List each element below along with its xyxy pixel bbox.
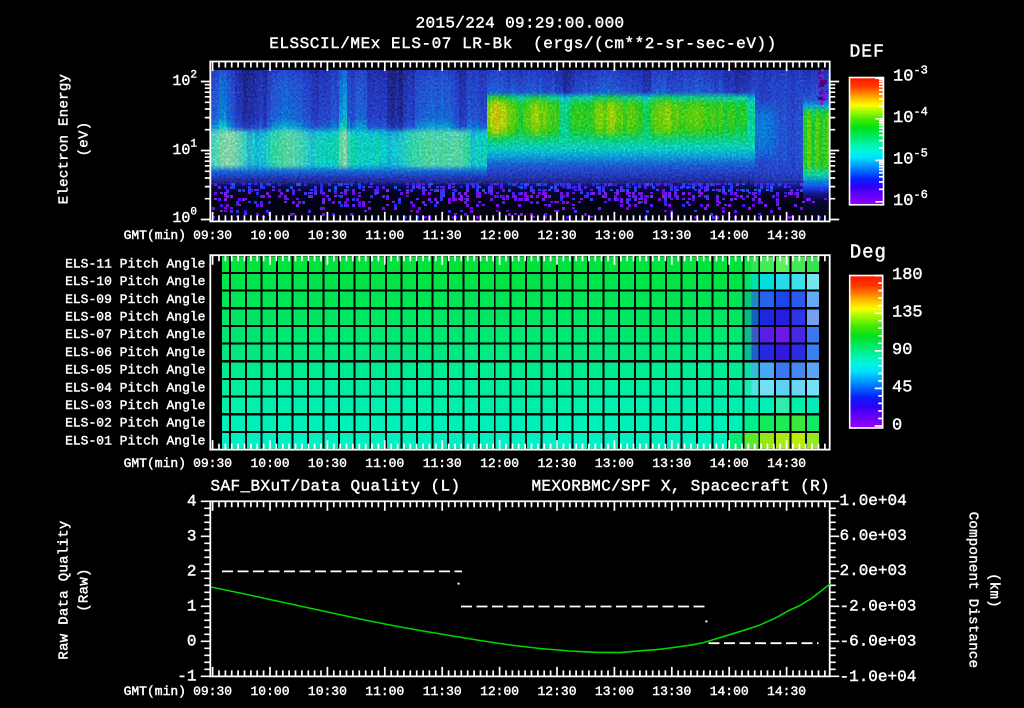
svg-text:11:30: 11:30	[423, 456, 462, 471]
svg-text:10:30: 10:30	[308, 684, 347, 699]
svg-text:(eV): (eV)	[77, 122, 93, 157]
svg-text:13:30: 13:30	[652, 228, 691, 243]
svg-text:-1: -1	[177, 667, 196, 685]
svg-text:12:00: 12:00	[480, 228, 519, 243]
svg-text:Deg: Deg	[850, 242, 887, 264]
svg-text:13:30: 13:30	[652, 684, 691, 699]
svg-text:09:30: 09:30	[193, 456, 232, 471]
svg-text:09:30: 09:30	[193, 228, 232, 243]
svg-text:45: 45	[892, 379, 912, 398]
svg-text:1: 1	[187, 597, 197, 615]
svg-text:10:30: 10:30	[308, 456, 347, 471]
svg-text:14:30: 14:30	[767, 456, 806, 471]
svg-text:Raw Data Quality: Raw Data Quality	[57, 520, 73, 659]
svg-text:GMT(min): GMT(min)	[124, 456, 186, 471]
svg-text:2: 2	[187, 562, 197, 580]
svg-text:(Raw): (Raw)	[77, 568, 93, 612]
svg-text:180: 180	[892, 266, 923, 285]
svg-text:-2.0e+03: -2.0e+03	[840, 597, 917, 615]
svg-text:12:30: 12:30	[537, 684, 576, 699]
svg-text:09:30: 09:30	[193, 684, 232, 699]
svg-text:ELS-07 Pitch Angle: ELS-07 Pitch Angle	[65, 327, 205, 342]
svg-text:ELSSCIL/MEx ELS-07 LR-Bk (erg: ELSSCIL/MEx ELS-07 LR-Bk (ergs/(cm**2-sr…	[269, 35, 777, 53]
svg-text:14:00: 14:00	[710, 684, 749, 699]
svg-text:DEF: DEF	[850, 43, 885, 63]
svg-text:ELS-06 Pitch Angle: ELS-06 Pitch Angle	[65, 345, 205, 360]
svg-text:12:00: 12:00	[480, 684, 519, 699]
svg-text:14:00: 14:00	[710, 228, 749, 243]
svg-text:10:00: 10:00	[250, 684, 289, 699]
svg-text:13:00: 13:00	[595, 228, 634, 243]
svg-text:ELS-10 Pitch Angle: ELS-10 Pitch Angle	[65, 274, 205, 289]
svg-text:12:00: 12:00	[480, 456, 519, 471]
svg-text:ELS-04 Pitch Angle: ELS-04 Pitch Angle	[65, 380, 205, 395]
svg-text:MEXORBMC/SPF X, Spacecraft (R): MEXORBMC/SPF X, Spacecraft (R)	[531, 478, 830, 496]
svg-text:0: 0	[187, 632, 197, 650]
svg-text:135: 135	[892, 304, 923, 323]
svg-text:13:00: 13:00	[595, 456, 634, 471]
svg-text:10:30: 10:30	[308, 228, 347, 243]
svg-text:12:30: 12:30	[537, 228, 576, 243]
svg-text:ELS-01 Pitch Angle: ELS-01 Pitch Angle	[65, 433, 205, 448]
svg-text:11:30: 11:30	[423, 228, 462, 243]
svg-text:0: 0	[892, 416, 902, 435]
svg-text:10:00: 10:00	[250, 456, 289, 471]
svg-text:14:30: 14:30	[767, 228, 806, 243]
svg-text:-6.0e+03: -6.0e+03	[840, 633, 917, 651]
svg-text:11:00: 11:00	[365, 456, 404, 471]
svg-text:2.0e+03: 2.0e+03	[840, 562, 907, 580]
svg-text:ELS-08 Pitch Angle: ELS-08 Pitch Angle	[65, 310, 205, 325]
svg-text:13:00: 13:00	[595, 684, 634, 699]
svg-text:11:00: 11:00	[365, 684, 404, 699]
svg-text:13:30: 13:30	[652, 456, 691, 471]
svg-text:14:00: 14:00	[710, 456, 749, 471]
svg-text:11:00: 11:00	[365, 228, 404, 243]
svg-text:SAF_BXuT/Data Quality (L): SAF_BXuT/Data Quality (L)	[211, 478, 461, 496]
svg-text:GMT(min): GMT(min)	[124, 684, 186, 699]
svg-text:GMT(min): GMT(min)	[124, 228, 186, 243]
svg-text:(km): (km)	[986, 573, 1002, 608]
svg-text:6.0e+03: 6.0e+03	[840, 527, 907, 545]
svg-text:Electron Energy: Electron Energy	[57, 74, 73, 205]
svg-text:3: 3	[187, 527, 197, 545]
svg-text:ELS-09 Pitch Angle: ELS-09 Pitch Angle	[65, 292, 205, 307]
svg-text:ELS-03 Pitch Angle: ELS-03 Pitch Angle	[65, 398, 205, 413]
svg-text:Component Distance: Component Distance	[965, 512, 981, 669]
svg-text:1.0e+04: 1.0e+04	[840, 492, 907, 510]
svg-text:ELS-02 Pitch Angle: ELS-02 Pitch Angle	[65, 416, 205, 431]
svg-text:90: 90	[892, 341, 912, 360]
svg-text:12:30: 12:30	[537, 456, 576, 471]
svg-text:14:30: 14:30	[767, 684, 806, 699]
svg-text:2015/224 09:29:00.000: 2015/224 09:29:00.000	[416, 15, 625, 33]
svg-text:11:30: 11:30	[423, 684, 462, 699]
svg-text:ELS-05 Pitch Angle: ELS-05 Pitch Angle	[65, 363, 205, 378]
svg-text:10:00: 10:00	[250, 228, 289, 243]
svg-text:4: 4	[187, 492, 197, 510]
svg-text:-1.0e+04: -1.0e+04	[840, 668, 917, 686]
svg-text:ELS-11 Pitch Angle: ELS-11 Pitch Angle	[65, 257, 205, 272]
